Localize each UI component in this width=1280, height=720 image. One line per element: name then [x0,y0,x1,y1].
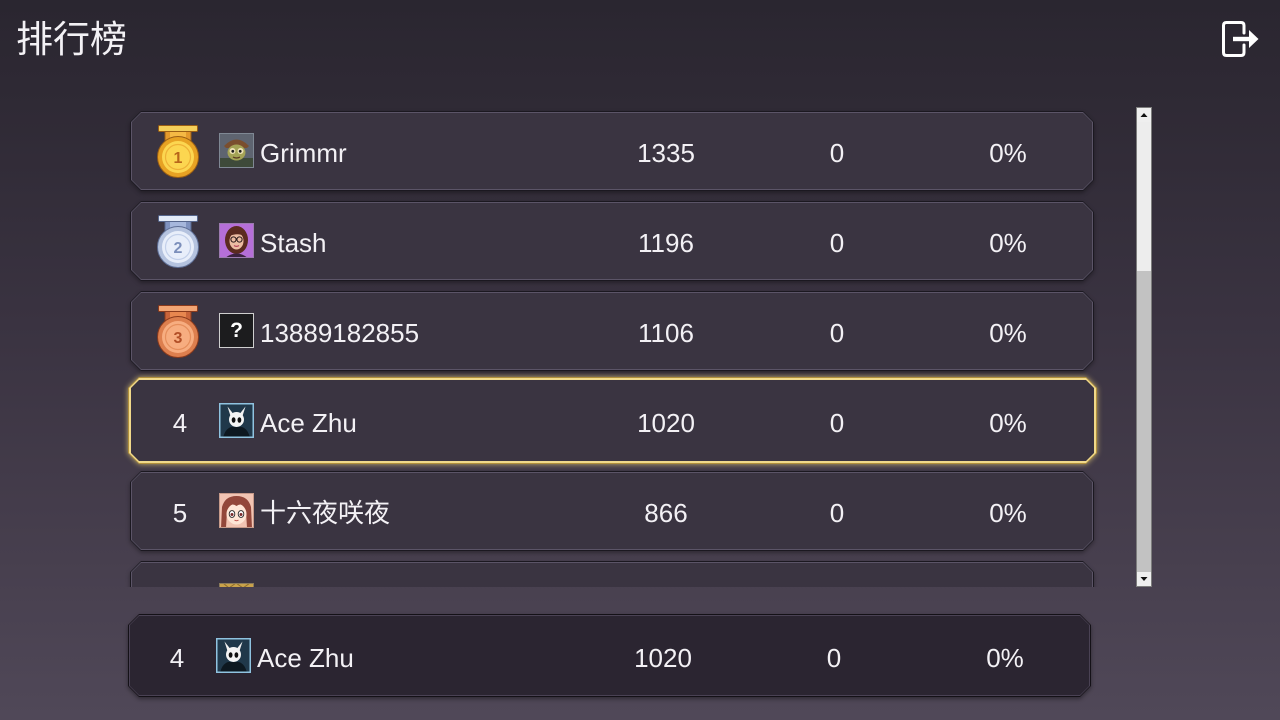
row-content: 3 ? 13889182855 1106 0 0% [130,291,1094,371]
avatar-anime-girl-icon [219,493,254,528]
avatar-horned-knight-icon [216,638,251,673]
player-rank: 5 [172,498,188,528]
player-name: Stash [260,228,327,258]
avatar-gold-portrait-icon [219,583,254,587]
leaderboard-row-1[interactable]: 1 Grimmr 1335 0 0% [130,111,1094,191]
gold-medal-icon: 1 [157,125,199,178]
player-count: 0 [829,138,845,168]
player-rank: 4 [169,643,185,673]
avatar-horned-knight-icon [219,403,254,438]
player-percent: 0% [989,408,1027,438]
player-percent: 0% [989,498,1027,528]
player-name: Ace Zhu [260,408,357,438]
scroll-up-button[interactable] [1137,108,1151,122]
player-count: 0 [829,318,845,348]
scroll-down-arrow-icon[interactable] [1137,572,1151,586]
exit-button[interactable] [1220,19,1260,59]
player-score: 1020 [634,643,692,673]
row-content: 4 Ace Zhu 1020 0 0% [130,381,1094,461]
leaderboard-row-4-highlighted[interactable]: 4 Ace Zhu 1020 0 0% [128,377,1097,464]
player-name: 13889182855 [260,318,420,348]
player-percent: 0% [989,228,1027,258]
row-content: 1 Grimmr 1335 0 0% [130,111,1094,191]
player-count: 0 [829,498,845,528]
leaderboard-row-2[interactable]: 2 Stash 1196 0 0% [130,201,1094,281]
player-percent: 0% [986,643,1024,673]
exit-icon[interactable] [1220,19,1260,59]
player-name: Grimmr [260,138,347,168]
avatar-placeholder-text: ? [230,319,243,342]
player-name: 十六夜咲夜 [260,498,391,528]
player-score: 1020 [637,408,695,438]
scrollbar-track[interactable] [1137,122,1151,572]
player-name: Ace Zhu [257,643,354,673]
medal-rank-number: 2 [174,240,183,257]
player-score: 1335 [637,138,695,168]
row-content [130,561,1094,587]
page-title: 排行榜 [16,18,127,61]
scroll-up-arrow-icon[interactable] [1137,108,1151,122]
player-count: 0 [826,643,842,673]
row-content: 5 十六夜咲夜 866 0 0% [130,471,1094,551]
player-count: 0 [829,228,845,258]
row-content: 2 Stash 1196 0 0% [130,201,1094,281]
player-percent: 0% [989,138,1027,168]
bronze-medal-icon: 3 [157,305,199,358]
player-percent: 0% [989,318,1027,348]
leaderboard-row-5[interactable]: 5 十六夜咲夜 866 0 0% [130,471,1094,551]
player-score: 866 [644,498,688,528]
avatar-woman-with-glasses-icon [219,223,254,258]
player-rank: 4 [172,408,188,438]
medal-rank-number: 1 [174,150,183,167]
scrollbar[interactable] [1136,107,1152,587]
avatar-creature-portrait-icon [219,133,254,168]
player-score: 1196 [638,228,694,258]
player-score: 1106 [638,318,694,348]
bar-content: 4 Ace Zhu 1020 0 0% [127,616,1091,696]
leaderboard-list[interactable]: 1 Grimmr 1335 0 0% 2 Stash 1196 0 0% 3 ?… [120,100,1110,587]
silver-medal-icon: 2 [157,215,199,268]
current-player-bar[interactable]: 4 Ace Zhu 1020 0 0% [128,614,1091,697]
avatar-question-mark-icon: ? [219,313,254,348]
leaderboard-row-6-partial[interactable] [130,561,1094,587]
medal-rank-number: 3 [174,330,183,347]
scroll-down-button[interactable] [1137,572,1151,586]
player-count: 0 [829,408,845,438]
leaderboard-row-3[interactable]: 3 ? 13889182855 1106 0 0% [130,291,1094,371]
scrollbar-thumb[interactable] [1137,122,1151,271]
